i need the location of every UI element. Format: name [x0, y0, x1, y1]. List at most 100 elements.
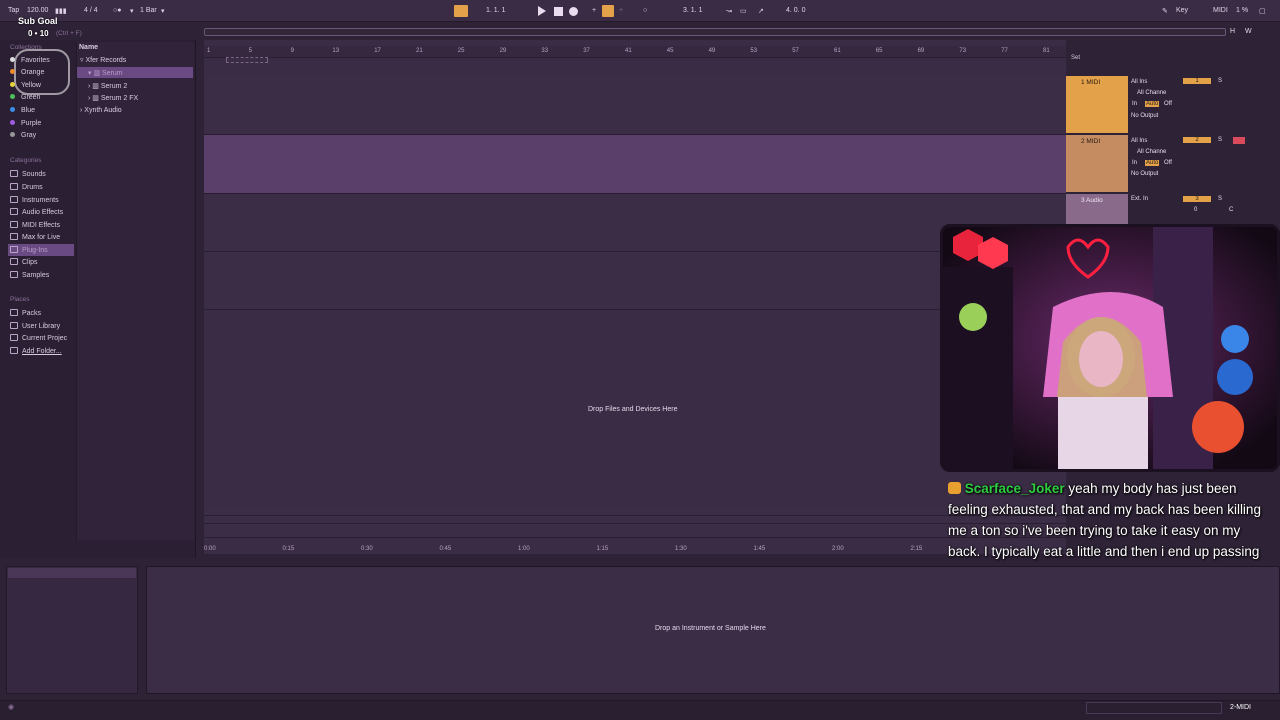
category-plug-ins[interactable]: Plug-Ins [8, 244, 74, 256]
collection-blue[interactable]: Blue [10, 107, 35, 114]
place-user-library[interactable]: User Library [10, 322, 60, 330]
tempo-field[interactable]: 120.00 [27, 7, 48, 14]
track1-solo[interactable]: S [1218, 78, 1222, 84]
time-signature[interactable]: 4 / 4 [84, 7, 98, 14]
time-tick-0-30[interactable]: 0:30 [361, 546, 373, 552]
capture-icon[interactable]: ○ [643, 7, 647, 14]
time-tick-1-15[interactable]: 1:15 [597, 546, 609, 552]
collection-favorites[interactable]: Favorites [10, 57, 50, 64]
status-scroll-area[interactable] [1086, 702, 1222, 714]
track1-activator[interactable]: 1 [1183, 78, 1211, 84]
ruler-bar-61[interactable]: 61 [834, 48, 841, 54]
arrangement-record-icon[interactable] [454, 5, 468, 17]
ruler-bar-73[interactable]: 73 [959, 48, 966, 54]
category-audio-effects[interactable]: Audio Effects [10, 208, 63, 216]
key-map-button[interactable]: Key [1176, 7, 1188, 14]
ruler-bar-49[interactable]: 49 [709, 48, 716, 54]
track3-input-type[interactable]: Ext. In [1131, 196, 1148, 202]
back-to-arrangement-icon[interactable]: + [619, 7, 623, 14]
loop-start[interactable]: 3. 1. 1 [683, 7, 702, 14]
category-drums[interactable]: Drums [10, 183, 43, 191]
track2-monitor-auto[interactable]: Auto [1145, 160, 1160, 166]
overview-h-button[interactable]: H [1230, 28, 1235, 35]
time-ruler[interactable]: 0:00 0:15 0:30 0:45 1:00 1:15 1:30 1:45 2:00 2:15 [204, 546, 1066, 556]
ruler-bar-53[interactable]: 53 [750, 48, 757, 54]
track3-activator[interactable]: 3 [1183, 196, 1211, 202]
track-name-3[interactable]: 3 Audio [1066, 194, 1128, 204]
time-tick-1-45[interactable]: 1:45 [754, 546, 766, 552]
track-lane-3-audio[interactable] [204, 194, 1066, 252]
track1-monitor-in[interactable]: In [1132, 101, 1137, 107]
place-add-folder[interactable]: Add Folder... [10, 347, 62, 355]
category-max-for-live[interactable]: Max for Live [10, 233, 60, 241]
category-samples[interactable]: Samples [10, 271, 49, 279]
loop-switch-icon[interactable]: ▭ [740, 7, 747, 15]
category-instruments[interactable]: Instruments [10, 196, 59, 204]
quantize-arrow-icon[interactable]: ▾ [130, 7, 134, 15]
follow-dots-icon[interactable]: ○● [113, 7, 121, 14]
ruler-bar-17[interactable]: 17 [374, 48, 381, 54]
punch-in-icon[interactable]: ↝ [726, 7, 732, 15]
collection-yellow[interactable]: Yellow [10, 82, 41, 89]
collection-purple[interactable]: Purple [10, 120, 41, 127]
category-sounds[interactable]: Sounds [10, 170, 46, 178]
collection-orange[interactable]: Orange [10, 69, 44, 76]
tree-serum-2-fx[interactable]: › ▥ Serum 2 FX [88, 94, 138, 102]
category-midi-effects[interactable]: MIDI Effects [10, 221, 60, 229]
time-tick-2-15[interactable]: 2:15 [911, 546, 923, 552]
track3-volume[interactable]: 0 [1194, 207, 1197, 213]
tree-serum[interactable]: ▾ ▥ Serum [88, 69, 123, 77]
track2-activator[interactable]: 2 [1183, 137, 1211, 143]
ruler-bar-81[interactable]: 81 [1043, 48, 1050, 54]
time-tick-0-00[interactable]: 0:00 [204, 546, 216, 552]
midi-map-button[interactable]: MIDI [1213, 7, 1228, 14]
ruler-bar-5[interactable]: 5 [249, 48, 252, 54]
ruler-bar-37[interactable]: 37 [583, 48, 590, 54]
quantize-field[interactable]: 1 Bar [140, 7, 157, 14]
track-name-1[interactable]: 1 MIDI [1066, 76, 1128, 86]
tree-xynth-audio[interactable]: › Xynth Audio [80, 107, 122, 114]
ruler-bar-41[interactable]: 41 [625, 48, 632, 54]
return-lane-a[interactable] [204, 508, 1066, 516]
ruler-bar-33[interactable]: 33 [541, 48, 548, 54]
ruler-bar-25[interactable]: 25 [458, 48, 465, 54]
ruler-bar-29[interactable]: 29 [500, 48, 507, 54]
track2-input-channel[interactable]: All Channe [1137, 149, 1166, 155]
track-lane-2-midi[interactable] [204, 135, 1066, 194]
return-lane-b[interactable] [204, 516, 1066, 524]
track-name-2[interactable]: 2 MIDI [1066, 135, 1128, 145]
ruler-bar-9[interactable]: 9 [291, 48, 294, 54]
track3-solo[interactable]: S [1218, 196, 1222, 202]
track3-pan[interactable]: C [1229, 207, 1233, 213]
draw-mode-icon[interactable]: ✎ [1162, 7, 1168, 15]
ruler-bar-57[interactable]: 57 [792, 48, 799, 54]
punch-out-icon[interactable]: ↗ [758, 7, 764, 15]
track2-solo[interactable]: S [1218, 137, 1222, 143]
place-current-project[interactable]: Current Projec [10, 334, 67, 342]
track2-input-type[interactable]: All Ins [1131, 138, 1147, 144]
play-icon[interactable] [538, 6, 546, 16]
ruler-bar-77[interactable]: 77 [1001, 48, 1008, 54]
time-tick-2-00[interactable]: 2:00 [832, 546, 844, 552]
tap-button[interactable]: Tap [8, 7, 19, 14]
ruler-bar-65[interactable]: 65 [876, 48, 883, 54]
quantize-dropdown-icon[interactable]: ▾ [161, 7, 165, 15]
collection-gray[interactable]: Gray [10, 132, 36, 139]
song-position[interactable]: 1. 1. 1 [486, 7, 505, 14]
track1-input-channel[interactable]: All Channe [1137, 90, 1166, 96]
track1-output[interactable]: No Output [1131, 113, 1158, 119]
track1-input-type[interactable]: All Ins [1131, 79, 1147, 85]
ruler-bar-45[interactable]: 45 [667, 48, 674, 54]
ruler-bar-13[interactable]: 13 [332, 48, 339, 54]
time-tick-1-30[interactable]: 1:30 [675, 546, 687, 552]
ruler-bar-1[interactable]: 1 [207, 48, 210, 54]
automation-arm-icon[interactable] [602, 5, 614, 17]
status-left-icon[interactable]: ◉ [8, 703, 14, 711]
tree-xfer-records[interactable]: ▿ Xfer Records [80, 56, 126, 64]
track-lane-empty[interactable] [204, 252, 1066, 310]
master-lane[interactable] [204, 524, 1066, 538]
track2-monitor-off[interactable]: Off [1164, 160, 1172, 166]
tree-serum-2[interactable]: › ▥ Serum 2 [88, 82, 127, 90]
arrangement-overview-scrollbar[interactable] [204, 28, 1226, 36]
loop-brace[interactable] [226, 57, 268, 63]
